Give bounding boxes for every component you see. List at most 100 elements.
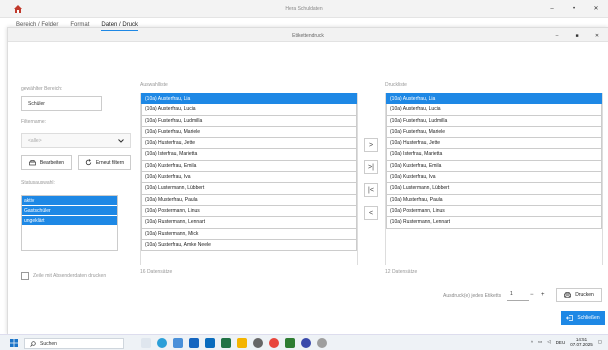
list-item[interactable]: (10a) Isterfrau, Marietta (141, 149, 357, 161)
list-item[interactable]: (10a) Rustermann, Lennart (386, 217, 602, 229)
bereich-label: gewählter Bereich: (21, 86, 63, 92)
list-item[interactable]: (10a) Kusterfrau, Iva (386, 172, 602, 184)
list-item[interactable]: (10a) Lustermann, Lübbert (141, 183, 357, 195)
dialog-maximize-button[interactable]: ■ (571, 31, 583, 41)
app-icon[interactable] (285, 338, 295, 348)
clock-date: 07.07.2025 (570, 342, 593, 347)
excel-icon[interactable] (221, 338, 231, 348)
browser-icon[interactable] (269, 338, 279, 348)
list-item[interactable]: (10a) Lustermann, Lübbert (386, 183, 602, 195)
clock[interactable]: 14:51 07.07.2025 (570, 337, 593, 347)
refresh-filter-label: Erneut filtern (95, 159, 125, 166)
list-item[interactable]: (10a) Postermann, Linus (386, 205, 602, 218)
selection-list[interactable]: (10a) Austerfrau, Lia (10a) Austerfrau, … (140, 93, 358, 265)
sender-line-checkbox[interactable] (21, 272, 29, 280)
notification-icon[interactable]: ▢ (598, 339, 602, 345)
status-item-aktiv[interactable]: aktiv (22, 196, 117, 206)
tab-bar: Bereich / Felder Format Daten / Druck (16, 22, 139, 31)
refresh-filter-button[interactable]: Erneut filtern (78, 155, 131, 170)
filter-label: Filtername: (21, 119, 47, 125)
close-button-label: Schließen (577, 315, 600, 321)
app-window-controls: ‒ • ✕ (546, 4, 602, 14)
tab-format[interactable]: Format (70, 22, 89, 31)
print-list-count: 12 Datensätze (385, 269, 418, 275)
dialog-title: Etikettendruck (292, 33, 324, 39)
task-view-icon[interactable] (141, 338, 151, 348)
tray-chevron-icon[interactable]: ^ (531, 340, 533, 345)
taskbar: Suchen ^ ▭ ◁ DEU 14:51 07.07.2025 ▢ (0, 334, 608, 350)
store-icon[interactable] (189, 338, 199, 348)
sender-line-label: Zeile mit Absenderdaten drucken (33, 273, 107, 279)
network-icon[interactable]: ▭ (538, 339, 542, 345)
chevron-down-icon (118, 138, 124, 143)
copies-increment-button[interactable]: + (541, 292, 545, 298)
list-item[interactable]: (10a) Musterfrau, Paula (386, 194, 602, 206)
list-item[interactable]: (10a) Rustermann, Lennart (141, 217, 357, 229)
list-item[interactable]: (10a) Fusterfrau, Ludmilla (141, 115, 357, 127)
windows-start-icon[interactable] (10, 339, 18, 347)
edit-filter-button[interactable]: Bearbeiten (21, 155, 72, 170)
keyboard-language[interactable]: DEU (556, 340, 566, 345)
list-item[interactable]: (10a) Rustermann, Mick (141, 228, 357, 240)
taskbar-apps (141, 338, 327, 348)
list-item[interactable]: (10a) Musterfrau, Paula (141, 194, 357, 206)
print-list[interactable]: (10a) Austerfrau, Lia (10a) Austerfrau, … (385, 93, 603, 265)
tab-bereich-felder[interactable]: Bereich / Felder (16, 22, 58, 31)
list-item[interactable]: (10a) Austerfrau, Lia (386, 93, 602, 105)
tab-daten-druck[interactable]: Daten / Druck (101, 22, 139, 31)
copies-decrement-button[interactable]: − (530, 292, 534, 298)
dialog-close-button[interactable]: ✕ (591, 31, 603, 41)
app-icon[interactable] (253, 338, 263, 348)
status-item-gastschueler[interactable]: Gastschüler (22, 206, 117, 216)
edit-filter-label: Bearbeiten (39, 159, 65, 166)
app-titlebar: Hera Schuldaten ‒ • ✕ (0, 0, 608, 18)
list-item[interactable]: (10a) Fusterfrau, Mariele (141, 126, 357, 139)
maximize-button[interactable]: • (568, 4, 580, 14)
list-item[interactable]: (10a) Kusterfrau, Iva (141, 172, 357, 184)
search-icon (30, 340, 36, 347)
list-item[interactable]: (10a) Austerfrau, Lia (141, 93, 357, 105)
outlook-icon[interactable] (205, 338, 215, 348)
remove-selected-button[interactable]: < (364, 206, 378, 220)
list-item[interactable]: (10a) Isterfrau, Marietta (386, 149, 602, 161)
bereich-field[interactable]: Schüler (21, 96, 102, 111)
volume-icon[interactable]: ◁ (547, 339, 550, 345)
list-item[interactable]: (10a) Fusterfrau, Mariele (386, 126, 602, 139)
print-button[interactable]: Drucken (556, 288, 602, 302)
list-item[interactable]: (10a) Austerfrau, Lucia (141, 104, 357, 116)
list-item[interactable]: (10a) Husterfrau, Jette (141, 138, 357, 150)
list-item[interactable]: (10a) Husterfrau, Jette (386, 138, 602, 150)
taskbar-search[interactable]: Suchen (24, 338, 124, 349)
list-item[interactable]: (10a) Fusterfrau, Ludmilla (386, 115, 602, 127)
close-dialog-button[interactable]: Schließen (561, 311, 605, 325)
list-item[interactable]: (10a) Kusterfrau, Emila (386, 160, 602, 173)
app-icon[interactable] (301, 338, 311, 348)
list-item[interactable]: (10a) Kusterfrau, Emila (141, 160, 357, 173)
status-item-ungeklaert[interactable]: ungeklärt (22, 216, 117, 226)
edge-icon[interactable] (157, 338, 167, 348)
print-button-label: Drucken (575, 292, 594, 298)
add-selected-button[interactable]: > (364, 138, 378, 152)
copies-input[interactable]: 1 (507, 288, 529, 301)
status-list[interactable]: aktiv Gastschüler ungeklärt (21, 195, 118, 251)
sender-line-option[interactable]: Zeile mit Absenderdaten drucken (21, 272, 106, 280)
selection-count: 16 Datensätze (140, 269, 173, 275)
printer-icon (564, 292, 572, 298)
list-item[interactable]: (10a) Susterfrau, Amke Neele (141, 239, 357, 252)
folder-icon[interactable] (237, 338, 247, 348)
app-icon[interactable] (317, 338, 327, 348)
taskbar-search-placeholder: Suchen (40, 340, 57, 347)
dialog-minimize-button[interactable]: ‒ (551, 31, 563, 41)
remove-all-button[interactable]: |< (364, 183, 378, 197)
filter-select[interactable]: <alle> (21, 133, 131, 148)
filter-select-value: <alle> (28, 137, 42, 144)
file-explorer-icon[interactable] (173, 338, 183, 348)
refresh-icon (85, 159, 92, 166)
exit-icon (566, 315, 574, 321)
printer-edit-icon (29, 159, 36, 165)
close-window-button[interactable]: ✕ (590, 4, 602, 14)
minimize-button[interactable]: ‒ (546, 4, 558, 14)
list-item[interactable]: (10a) Postermann, Linus (141, 205, 357, 218)
list-item[interactable]: (10a) Austerfrau, Lucia (386, 104, 602, 116)
add-all-button[interactable]: >| (364, 160, 378, 174)
